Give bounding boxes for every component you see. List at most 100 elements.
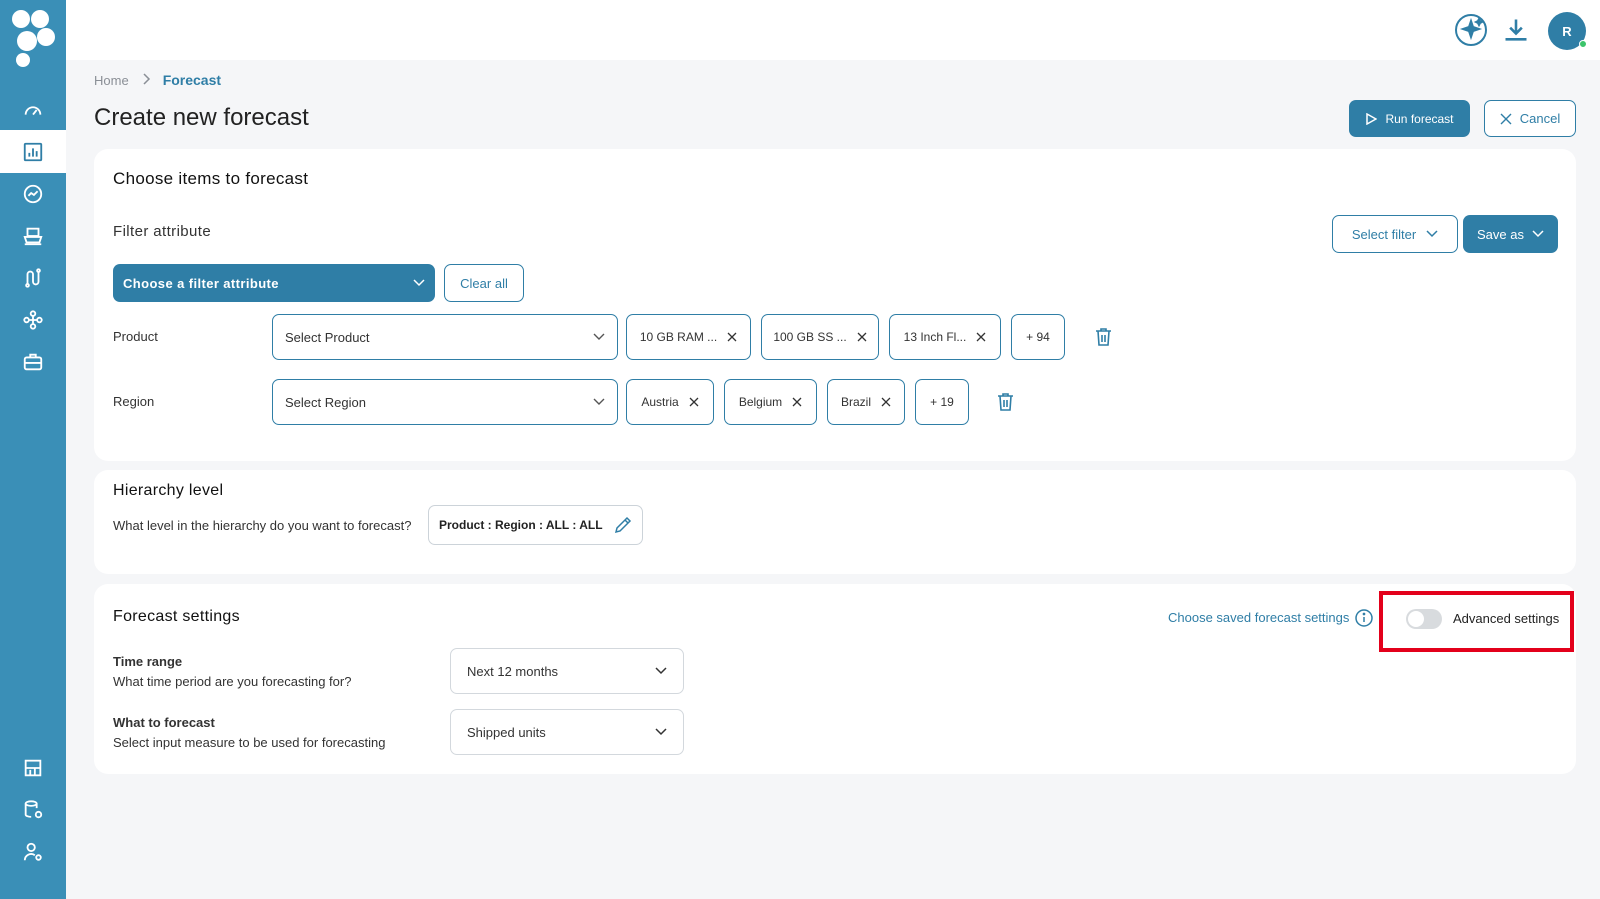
close-icon — [1500, 113, 1512, 124]
breadcrumb: Home Forecast — [94, 72, 221, 88]
trash-icon — [997, 393, 1013, 411]
product-chip: 13 Inch Fl... — [889, 314, 1001, 360]
nav-reports[interactable] — [0, 746, 66, 789]
nav-briefcase[interactable] — [0, 340, 66, 383]
what-to-forecast-description: Select input measure to be used for fore… — [113, 735, 386, 750]
remove-chip-icon[interactable] — [881, 397, 891, 407]
page-title: Create new forecast — [94, 104, 309, 131]
choose-filter-label: Choose a filter attribute — [123, 275, 279, 291]
time-range-label: Time range — [113, 654, 183, 669]
play-icon — [1366, 112, 1378, 125]
select-filter-dropdown[interactable]: Select filter — [1332, 215, 1458, 253]
remove-chip-icon[interactable] — [727, 332, 737, 342]
top-bar: R — [66, 0, 1600, 60]
chip-label: 100 GB SS ... — [773, 330, 847, 344]
hierarchy-level-field[interactable]: Product : Region : ALL : ALL — [428, 505, 643, 545]
delete-region-filter-button[interactable] — [995, 391, 1015, 413]
user-avatar[interactable]: R — [1548, 12, 1587, 50]
gauge-icon — [24, 105, 42, 115]
remove-chip-icon[interactable] — [792, 397, 802, 407]
sparkle-icon — [1455, 14, 1487, 46]
save-as-label: Save as — [1477, 226, 1524, 242]
advanced-settings-label: Advanced settings — [1453, 611, 1560, 626]
network-icon — [23, 309, 43, 330]
app-logo[interactable] — [10, 8, 56, 70]
remove-chip-icon[interactable] — [857, 332, 867, 342]
bar-chart-icon — [23, 142, 43, 161]
delete-product-filter-button[interactable] — [1093, 326, 1113, 348]
chevron-down-icon — [655, 728, 667, 736]
region-chip: Brazil — [827, 379, 905, 425]
sidebar — [0, 0, 66, 899]
chevron-down-icon — [1532, 230, 1544, 238]
nav-network[interactable] — [0, 298, 66, 341]
trend-circle-icon — [23, 184, 43, 203]
what-to-forecast-dropdown[interactable]: Shipped units — [450, 709, 684, 755]
save-as-dropdown[interactable]: Save as — [1463, 215, 1558, 253]
cancel-button[interactable]: Cancel — [1484, 100, 1576, 137]
database-gear-icon — [24, 799, 43, 818]
filter-attribute-label: Filter attribute — [113, 223, 212, 240]
forecast-settings-title: Forecast settings — [113, 608, 240, 625]
choose-saved-settings-link[interactable]: Choose saved forecast settings — [1168, 610, 1349, 625]
toggle-knob — [1408, 611, 1424, 627]
chevron-down-icon — [593, 333, 605, 340]
product-more-chip[interactable]: + 94 — [1011, 314, 1065, 360]
advanced-settings-highlight: Advanced settings — [1379, 591, 1574, 652]
product-select[interactable]: Select Product — [272, 314, 618, 360]
run-forecast-button[interactable]: Run forecast — [1349, 100, 1470, 137]
forecast-settings-card: Forecast settings Choose saved forecast … — [94, 584, 1576, 774]
clear-all-button[interactable]: Clear all — [444, 264, 524, 302]
chip-label: Austria — [641, 395, 679, 409]
region-select[interactable]: Select Region — [272, 379, 618, 425]
chip-label: Brazil — [840, 395, 871, 409]
remove-chip-icon[interactable] — [976, 332, 986, 342]
nav-trends[interactable] — [0, 172, 66, 215]
hierarchy-level-value: Product : Region : ALL : ALL — [439, 518, 603, 532]
time-range-dropdown[interactable]: Next 12 months — [450, 648, 684, 694]
region-chip: Austria — [626, 379, 714, 425]
nav-user-settings[interactable] — [0, 830, 66, 873]
ai-assistant-button[interactable] — [1453, 12, 1489, 48]
what-to-forecast-value: Shipped units — [467, 724, 546, 740]
nav-forecast[interactable] — [0, 130, 66, 173]
items-card: Choose items to forecast Filter attribut… — [94, 149, 1576, 461]
nav-data-settings[interactable] — [0, 788, 66, 831]
online-status-dot — [1579, 40, 1587, 48]
run-forecast-label: Run forecast — [1385, 111, 1454, 126]
download-icon — [1505, 19, 1527, 41]
hierarchy-title: Hierarchy level — [113, 482, 224, 499]
time-range-description: What time period are you forecasting for… — [113, 674, 352, 689]
trash-icon — [1095, 328, 1111, 346]
chip-label: Belgium — [738, 395, 783, 409]
advanced-settings-toggle[interactable] — [1406, 609, 1442, 629]
route-icon — [25, 267, 41, 288]
choose-filter-attribute-dropdown[interactable]: Choose a filter attribute — [113, 264, 435, 302]
product-chip: 10 GB RAM ... — [626, 314, 751, 360]
breadcrumb-home[interactable]: Home — [94, 73, 129, 88]
time-range-value: Next 12 months — [467, 663, 559, 679]
nav-routes[interactable] — [0, 256, 66, 299]
ship-icon — [23, 227, 43, 245]
nav-shipping[interactable] — [0, 214, 66, 257]
chevron-down-icon — [655, 667, 667, 675]
nav-dashboard[interactable] — [0, 88, 66, 131]
chevron-down-icon — [593, 398, 605, 405]
region-label: Region — [113, 394, 155, 409]
breadcrumb-current: Forecast — [162, 72, 222, 88]
region-chip: Belgium — [724, 379, 817, 425]
download-button[interactable] — [1498, 12, 1534, 48]
cancel-label: Cancel — [1519, 111, 1561, 126]
user-gear-icon — [23, 842, 42, 861]
hierarchy-question: What level in the hierarchy do you want … — [113, 518, 412, 533]
product-select-placeholder: Select Product — [285, 329, 370, 345]
pencil-icon[interactable] — [614, 516, 632, 534]
remove-chip-icon[interactable] — [689, 397, 699, 407]
what-to-forecast-label: What to forecast — [113, 715, 215, 730]
items-card-title: Choose items to forecast — [113, 169, 309, 188]
info-icon[interactable] — [1355, 609, 1373, 627]
product-chip: 100 GB SS ... — [761, 314, 879, 360]
region-more-chip[interactable]: + 19 — [915, 379, 969, 425]
hierarchy-card: Hierarchy level What level in the hierar… — [94, 470, 1576, 574]
select-filter-label: Select filter — [1351, 226, 1417, 242]
